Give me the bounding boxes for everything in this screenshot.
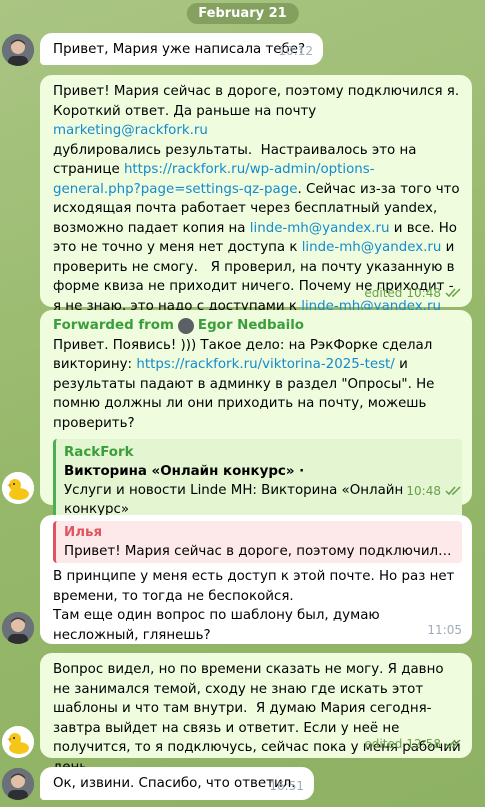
link-preview[interactable]: RackFork Викторина «Онлайн конкурс» · Ус…: [53, 439, 462, 525]
message-text: Привет, Мария уже написала тебе?: [53, 42, 306, 57]
edited-label: edited: [364, 736, 403, 751]
double-check-icon: [445, 486, 461, 496]
message-meta: 10:48: [406, 482, 462, 502]
message-time: 16:51: [269, 778, 304, 793]
preview-site-name: RackFork: [64, 445, 134, 460]
message-text: Привет. Появись! ))) Такое дело: на РэкФ…: [53, 336, 462, 434]
email-link[interactable]: linde-mh@yandex.ru: [302, 240, 442, 255]
message-bubble[interactable]: Ок, извини. Спасибо, что ответил. 16:51: [40, 767, 314, 800]
duck-avatar[interactable]: [2, 472, 34, 504]
message-text: Вопрос видел, но по времени сказать не м…: [53, 662, 461, 775]
message-meta: edited 10:48: [364, 284, 462, 304]
reply-text: Привет! Мария сейчас в дороге, поэтому п…: [64, 544, 454, 559]
message-time: 12:58: [406, 736, 441, 751]
edited-label: edited: [364, 285, 403, 300]
message-bubble[interactable]: Forwarded from Egor Nedbailo Привет. Поя…: [40, 310, 472, 525]
message-meta: 11:05: [427, 621, 462, 641]
url-link[interactable]: https://rackfork.ru/viktorina-2025-test/: [136, 357, 394, 372]
reply-quote[interactable]: Илья Привет! Мария сейчас в дороге, поэт…: [53, 521, 462, 563]
man-avatar[interactable]: [2, 768, 34, 800]
text-segment: Привет! Мария сейчас в дороге, поэтому п…: [53, 84, 464, 119]
duck-avatar[interactable]: [2, 726, 34, 758]
forwarded-name[interactable]: Egor Nedbailo: [198, 316, 304, 336]
message-time: 10:48: [406, 285, 441, 300]
reply-author: Илья: [64, 525, 103, 540]
message-meta: 10:12: [278, 42, 313, 62]
message-text: В принципе у меня есть доступ к этой поч…: [53, 569, 455, 643]
message-time: 10:12: [278, 43, 313, 58]
message-meta: 16:51: [269, 777, 304, 797]
email-link[interactable]: linde-mh@yandex.ru: [250, 221, 390, 236]
message-bubble[interactable]: Вопрос видел, но по времени сказать не м…: [40, 653, 472, 775]
message-bubble[interactable]: Привет! Мария сейчас в дороге, поэтому п…: [40, 75, 472, 353]
double-check-icon: [445, 739, 461, 749]
forwarded-label: Forwarded from: [53, 318, 174, 333]
man-avatar[interactable]: [2, 34, 34, 66]
preview-title: Викторина «Онлайн конкурс» ·: [64, 464, 305, 479]
preview-description: Услуги и новости Linde MH: Викторина «Он…: [64, 483, 404, 517]
date-separator[interactable]: February 21: [186, 3, 299, 24]
double-check-icon: [445, 288, 461, 298]
message-time: 10:48: [406, 483, 441, 498]
message-text: Ок, извини. Спасибо, что ответил.: [53, 776, 296, 791]
message-bubble[interactable]: Привет, Мария уже написала тебе? 10:12: [40, 33, 323, 65]
message-bubble[interactable]: Илья Привет! Мария сейчас в дороге, поэт…: [40, 515, 472, 644]
email-link[interactable]: marketing@rackfork.ru: [53, 123, 208, 138]
man-avatar[interactable]: [2, 612, 34, 644]
forwarded-header[interactable]: Forwarded from Egor Nedbailo: [53, 316, 462, 336]
forwarded-avatar: [177, 317, 194, 334]
message-time: 11:05: [427, 622, 462, 637]
message-meta: edited 12:58: [364, 735, 462, 755]
